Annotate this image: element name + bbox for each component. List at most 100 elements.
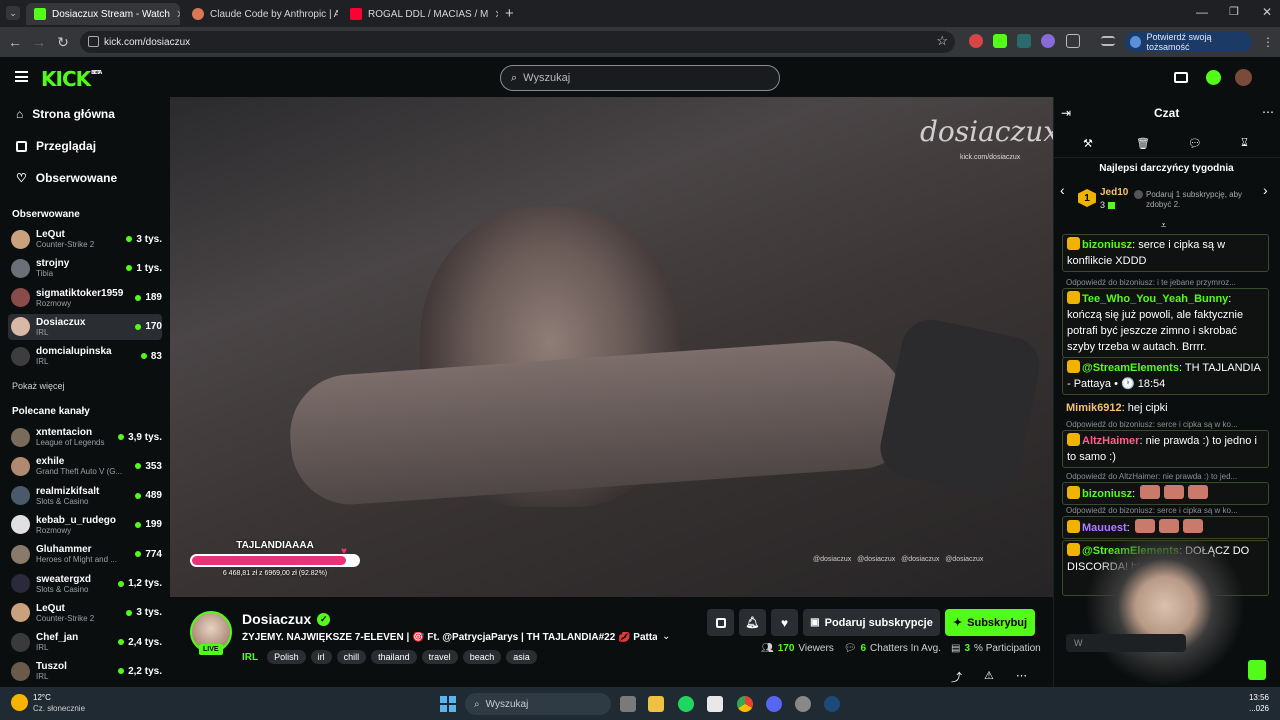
follow-button[interactable]: ♥	[771, 609, 798, 636]
chat-username[interactable]: Mauuest	[1082, 522, 1127, 534]
category-link[interactable]: IRL	[242, 652, 258, 663]
sidebar-channel[interactable]: domcialupinska IRL 83	[8, 343, 162, 369]
new-tab-icon[interactable]: +	[505, 5, 514, 22]
sidebar-channel[interactable]: sweatergxd Slots & Casino 1,2 tys.	[8, 571, 162, 597]
chat-input[interactable]: W	[1066, 634, 1186, 652]
share-icon[interactable]: ⤴	[951, 669, 962, 685]
sidebar-channel[interactable]: sigmatiktoker1959 Rozmowy 189	[8, 285, 162, 311]
sidebar-channel[interactable]: kebab_u_rudego Rozmowy 199	[8, 512, 162, 538]
kick-points-icon[interactable]	[1206, 70, 1221, 85]
chat-username[interactable]: AltzHaimer	[1082, 435, 1139, 447]
stream-tag[interactable]: beach	[462, 650, 502, 664]
maximize-icon[interactable]: ❐	[1229, 5, 1239, 18]
sidebar-channel[interactable]: xntentacion League of Legends 3,9 tys.	[8, 424, 162, 450]
chat-reply-preview[interactable]: Odpowiedź do bizoniusz: i te jebane przy…	[1066, 278, 1266, 287]
browser-menu-icon[interactable]: ⋮	[1262, 35, 1274, 49]
trash-icon[interactable]: 🗑︎	[1136, 137, 1150, 150]
reload-icon[interactable]: ↻	[51, 30, 75, 54]
sidebar-channel[interactable]: LeQut Counter-Strike 2 3 tys.	[8, 226, 162, 252]
user-avatar[interactable]	[1235, 69, 1252, 86]
url-field[interactable]: kick.com/dosiaczux ☆	[80, 31, 955, 53]
menu-hamburger-icon[interactable]	[15, 71, 28, 82]
sidebar-channel[interactable]: strojny Tibia 1 tys.	[8, 255, 162, 281]
close-tab-icon[interactable]: ✕	[494, 8, 498, 21]
stream-tag[interactable]: Polish	[267, 650, 306, 664]
discord-icon[interactable]	[766, 696, 782, 712]
chat-username[interactable]: bizoniusz	[1082, 239, 1132, 251]
prev-arrow-icon[interactable]: ‹	[1060, 182, 1065, 198]
chrome-icon[interactable]	[737, 696, 753, 712]
show-more-link[interactable]: Pokaż więcej	[12, 381, 65, 391]
tab-list-icon[interactable]	[1101, 36, 1115, 46]
settings-icon[interactable]	[795, 696, 811, 712]
stream-tag[interactable]: chill	[336, 650, 367, 664]
steam-icon[interactable]	[824, 696, 840, 712]
chat-menu-icon[interactable]: ⋯	[1262, 105, 1274, 119]
chat-username[interactable]: Tee_Who_You_Yeah_Bunny	[1082, 293, 1228, 305]
subscribe-button[interactable]: ✦ Subskrybuj	[945, 609, 1035, 636]
browser-tab-kick[interactable]: Dosiaczux Stream - Watch ✕	[26, 3, 180, 25]
close-window-icon[interactable]: ✕	[1262, 5, 1272, 19]
windows-start-icon[interactable]	[440, 696, 456, 712]
sidebar-channel[interactable]: LeQut Counter-Strike 2 3 tys.	[8, 600, 162, 626]
forward-icon[interactable]: →	[27, 30, 51, 54]
taskbar-search[interactable]: ⌕ Wyszukaj	[465, 693, 611, 715]
site-info-icon[interactable]	[88, 36, 99, 47]
report-icon[interactable]: ⚠	[984, 669, 994, 682]
gifter-name[interactable]: Jed10	[1100, 187, 1128, 198]
extension-icon[interactable]	[969, 34, 983, 48]
search-input[interactable]: ⌕ Wyszukaj	[500, 65, 780, 91]
extension-icon[interactable]	[1017, 34, 1031, 48]
sidebar-channel[interactable]: Dosiaczux IRL 170	[8, 313, 162, 340]
browser-tab-claude[interactable]: Claude Code by Anthropic | AI ✕	[184, 3, 338, 25]
stream-tag[interactable]: thailand	[371, 650, 417, 664]
chat-username[interactable]: Mimik6912	[1066, 402, 1122, 414]
hourglass-icon[interactable]: ⌛︎	[1241, 137, 1248, 150]
sidebar-channel[interactable]: realmizkifsalt Slots & Casino 489	[8, 483, 162, 509]
chat-reply-preview[interactable]: Odpowiedź do bizoniusz: serce i cipka są…	[1066, 506, 1266, 515]
bookmark-star-icon[interactable]: ☆	[936, 33, 948, 49]
kick-extension-icon[interactable]	[993, 34, 1007, 48]
sidebar-channel[interactable]: Gluhammer Heroes of Might and ... 774	[8, 541, 162, 567]
streamer-name[interactable]: Dosiaczux	[242, 611, 311, 627]
task-view-icon[interactable]	[620, 696, 636, 712]
nav-home[interactable]: ⌂ Strona główna	[16, 107, 115, 121]
notifications-button[interactable]: 🔔︎	[739, 609, 766, 636]
stream-tag[interactable]: travel	[421, 650, 458, 664]
expand-title-icon[interactable]: ⌄	[662, 631, 670, 642]
chat-reply-preview[interactable]: Odpowiedź do bizoniusz: serce i cipka są…	[1066, 420, 1266, 429]
chat-username[interactable]: bizoniusz	[1082, 488, 1132, 500]
stream-tag[interactable]: asia	[506, 650, 537, 664]
store-icon[interactable]	[707, 696, 723, 712]
back-icon[interactable]: ←	[3, 30, 27, 54]
minimize-icon[interactable]: —	[1196, 5, 1208, 19]
gift-sub-button[interactable]: ▣ Podaruj subskrypcje	[803, 609, 940, 636]
chat-reply-preview[interactable]: Odpowiedź do AltzHaimer: nie prawda :) t…	[1066, 472, 1266, 481]
chat-bubble-icon[interactable]: 💬︎	[1188, 137, 1202, 150]
sidebar-channel[interactable]: exhile Grand Theft Auto V (G... 353	[8, 453, 162, 479]
next-arrow-icon[interactable]: ›	[1263, 182, 1268, 198]
browser-tab-youtube[interactable]: ROGAL DDL / MACIAS / M ✕	[342, 3, 498, 25]
clip-button[interactable]	[707, 609, 734, 636]
sidebar-channel[interactable]: Chef_jan IRL 2,4 tys.	[8, 629, 162, 655]
tab-search-icon[interactable]: ⌄	[6, 6, 20, 20]
close-tab-icon[interactable]: ✕	[176, 8, 180, 21]
mod-hammer-icon[interactable]: ⚒	[1083, 137, 1093, 150]
weather-sun-icon[interactable]	[11, 694, 28, 711]
collapse-chat-icon[interactable]: ⇥	[1061, 106, 1071, 120]
chat-username[interactable]: @StreamElements	[1082, 362, 1179, 374]
extensions-puzzle-icon[interactable]	[1066, 34, 1080, 48]
tv-icon[interactable]	[1174, 72, 1188, 83]
video-player[interactable]: dosiaczux kick.com/dosiaczux @dosiaczux …	[170, 97, 1053, 597]
nav-following[interactable]: ♡ Obserwowane	[16, 171, 117, 185]
nav-browse[interactable]: Przeglądaj	[16, 139, 96, 153]
pinned-toggle-icon[interactable]: ⩡	[1161, 220, 1166, 231]
chat-send-button[interactable]	[1248, 660, 1266, 680]
more-options-icon[interactable]: ⋯	[1016, 669, 1027, 682]
verify-identity-button[interactable]: Potwierdź swoją tożsamość	[1124, 32, 1252, 52]
spotify-icon[interactable]	[678, 696, 694, 712]
stream-tag[interactable]: irl	[310, 650, 332, 664]
kick-logo[interactable]: KICKBETA	[41, 67, 102, 91]
extension-icon[interactable]	[1041, 34, 1055, 48]
sidebar-channel[interactable]: Tuszol IRL 2,2 tys.	[8, 658, 162, 684]
